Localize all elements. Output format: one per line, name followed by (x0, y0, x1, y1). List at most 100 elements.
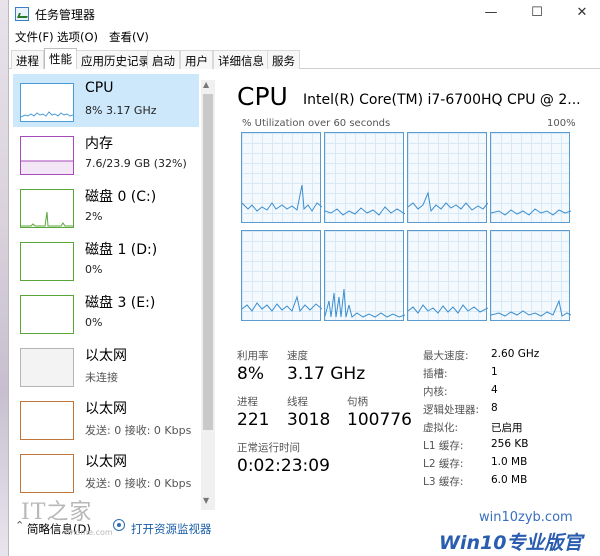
speed-value: 3.17 GHz (287, 364, 366, 384)
resource-sub: 2% (85, 210, 103, 223)
spec-key: L1 缓存: (423, 440, 464, 452)
watermark-logo-left-sub: ithome.com (65, 528, 113, 537)
logical-processor-graph-7 (490, 230, 571, 321)
handles-value: 100776 (347, 410, 412, 430)
resource-item-cpu[interactable]: CPU 8% 3.17 GHz (13, 74, 199, 127)
disk-0-mini-graph (20, 189, 74, 228)
spec-value: 4 (491, 384, 498, 396)
scroll-up-arrow-icon[interactable]: ▲ (203, 80, 209, 89)
tab-bar: 进程 性能 应用历史记录 启动 用户 详细信息 服务 (9, 48, 600, 69)
logical-processor-graph-0 (241, 132, 322, 223)
spec-key: 逻辑处理器: (423, 404, 480, 416)
spec-key: 最大速度: (423, 350, 469, 362)
resource-item-disk-1[interactable]: 磁盘 1 (D:) 0% (13, 233, 199, 286)
task-manager-icon (15, 7, 29, 21)
resource-sub: 0% (85, 263, 103, 276)
threads-value: 3018 (287, 410, 331, 430)
cpu-mini-graph (20, 83, 74, 122)
watermark-logo-right: Win10专业版官网 (439, 532, 583, 554)
tab-performance[interactable]: 性能 (44, 48, 77, 69)
window-title: 任务管理器 (35, 8, 96, 22)
spec-value: 256 KB (491, 438, 529, 450)
speed-label: 速度 (287, 350, 308, 362)
cpu-detail-panel: CPU Intel(R) Core(TM) i7-6700HQ CPU @ 2.… (233, 80, 593, 510)
resource-item-disk-0[interactable]: 磁盘 0 (C:) 2% (13, 180, 199, 233)
resource-sub: 发送: 0 接收: 0 Kbps (85, 477, 192, 490)
logical-processor-graph-3 (490, 132, 571, 223)
resource-item-ethernet-disconnected[interactable]: 以太网 未连接 (13, 339, 199, 392)
resource-sub: 7.6/23.9 GB (32%) (85, 157, 187, 170)
spec-key: 插槽: (423, 368, 448, 380)
spec-key: L3 缓存: (423, 476, 464, 488)
resource-name: 内存 (85, 136, 113, 152)
resource-item-ethernet-3[interactable]: 以太网 发送: 0 接收: 0 Kbps (13, 445, 199, 498)
resource-monitor-icon[interactable] (113, 519, 125, 531)
resource-sub: 发送: 0 接收: 0 Kbps (85, 424, 192, 437)
title-bar: 任务管理器 — ☐ ✕ (9, 0, 600, 28)
scrollbar-thumb[interactable] (203, 94, 213, 430)
close-button[interactable]: ✕ (562, 0, 600, 28)
logical-processor-graph-6 (407, 230, 488, 321)
graph-max-label: 100% (547, 118, 576, 129)
desktop-background-strip (0, 0, 8, 556)
spec-value: 1.0 MB (491, 456, 528, 468)
resource-sub: 未连接 (85, 371, 118, 384)
resource-list-scrollbar[interactable]: ▲ ▼ (201, 80, 215, 510)
spec-value: 2.60 GHz (491, 348, 540, 360)
scroll-down-arrow-icon[interactable]: ▼ (203, 496, 209, 505)
resource-list: CPU 8% 3.17 GHz 内存 7.6/23.9 GB (32%) 磁盘 … (9, 70, 219, 518)
memory-mini-graph (20, 136, 74, 175)
resource-item-memory[interactable]: 内存 7.6/23.9 GB (32%) (13, 127, 199, 180)
menu-bar: 文件(F) 选项(O) 查看(V) (9, 28, 600, 46)
spec-value: 6.0 MB (491, 474, 528, 486)
maximize-button[interactable]: ☐ (517, 0, 557, 28)
utilization-value: 8% (237, 364, 264, 384)
uptime-value: 0:02:23:09 (237, 456, 330, 476)
menu-options[interactable]: 选项(O) (57, 29, 98, 45)
resource-sub: 8% 3.17 GHz (85, 104, 157, 117)
resource-name: 以太网 (85, 401, 127, 417)
ethernet-mini-graph (20, 454, 74, 493)
menu-view[interactable]: 查看(V) (109, 29, 149, 45)
spec-value: 8 (491, 402, 498, 414)
logical-processor-graph-2 (407, 132, 488, 223)
resource-sub: 0% (85, 316, 103, 329)
cpu-model-name: Intel(R) Core(TM) i7-6700HQ CPU @ 2... (303, 92, 581, 108)
tab-services[interactable]: 服务 (267, 50, 300, 69)
ethernet-mini-graph (20, 401, 74, 440)
disk-3-mini-graph (20, 295, 74, 334)
spec-key: 虚拟化: (423, 422, 459, 434)
tab-users[interactable]: 用户 (180, 50, 213, 69)
menu-file[interactable]: 文件(F) (15, 29, 54, 45)
spec-key: 内核: (423, 386, 448, 398)
watermark-logo-left: IT之家 (21, 500, 93, 525)
detail-heading: CPU (237, 82, 288, 111)
tab-app-history[interactable]: 应用历史记录 (76, 50, 155, 69)
task-manager-window: 任务管理器 — ☐ ✕ 文件(F) 选项(O) 查看(V) 进程 性能 应用历史… (8, 0, 600, 556)
tab-details[interactable]: 详细信息 (213, 50, 269, 69)
tab-startup[interactable]: 启动 (147, 50, 180, 69)
resource-name: 以太网 (85, 454, 127, 470)
utilization-label: 利用率 (237, 350, 269, 362)
resource-name: CPU (85, 80, 114, 96)
resource-name: 以太网 (85, 348, 127, 364)
resource-item-disk-3[interactable]: 磁盘 3 (E:) 0% (13, 286, 199, 339)
ethernet-mini-graph (20, 348, 74, 387)
logical-processor-graph-4 (241, 230, 322, 321)
spec-key: L2 缓存: (423, 458, 464, 470)
spec-value: 已启用 (491, 422, 523, 434)
minimize-button[interactable]: — (471, 0, 511, 28)
open-resource-monitor-link[interactable]: 打开资源监视器 (131, 521, 212, 537)
resource-name: 磁盘 3 (E:) (85, 295, 156, 311)
graph-axis-label: % Utilization over 60 seconds (242, 118, 391, 129)
disk-1-mini-graph (20, 242, 74, 281)
resource-name: 磁盘 1 (D:) (85, 242, 158, 258)
uptime-label: 正常运行时间 (237, 442, 300, 454)
tab-processes[interactable]: 进程 (11, 50, 44, 69)
handles-label: 句柄 (347, 396, 368, 408)
logical-processor-graph-1 (324, 132, 405, 223)
resource-name: 磁盘 0 (C:) (85, 189, 157, 205)
spec-value: 1 (491, 366, 498, 378)
logical-processor-graph-5 (324, 230, 405, 321)
resource-item-ethernet-2[interactable]: 以太网 发送: 0 接收: 0 Kbps (13, 392, 199, 445)
